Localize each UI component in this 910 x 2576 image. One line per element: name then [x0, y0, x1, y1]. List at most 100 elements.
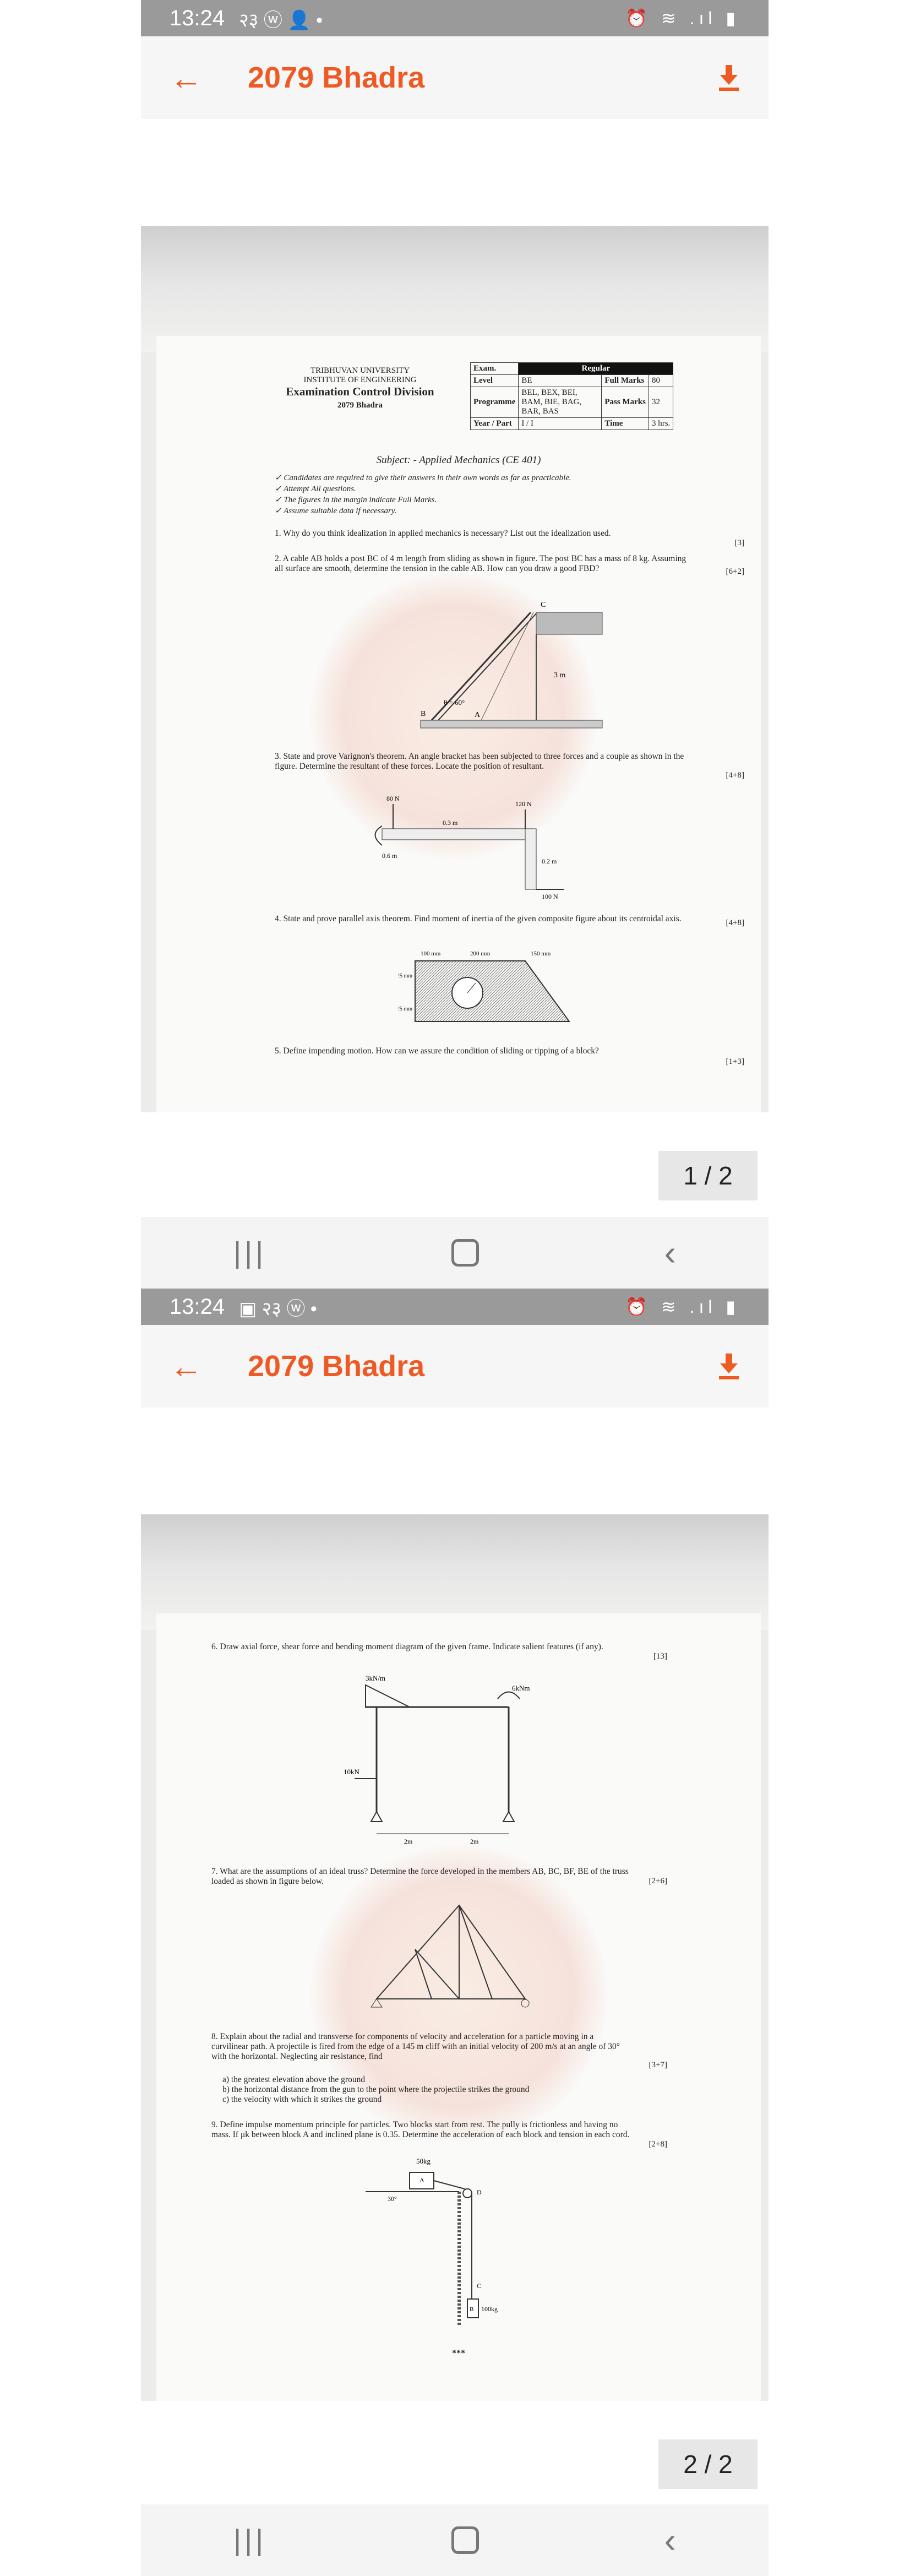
question-1: 1. Why do you think idealization in appl…	[275, 529, 611, 538]
label-c: C	[541, 601, 546, 609]
height-label: 3 m	[554, 671, 566, 680]
back-arrow-icon[interactable]: ←	[170, 1347, 208, 1385]
home-icon[interactable]	[451, 2526, 479, 2554]
system-nav-bar: ||| ‹	[141, 1217, 769, 1289]
recents-icon[interactable]: |||	[233, 2523, 266, 2557]
point-c-label: C	[477, 2282, 481, 2290]
year-value: I / I	[518, 417, 602, 430]
exam-session: 2079 Bhadra	[337, 401, 383, 410]
question-9-marks: [2+8]	[649, 2140, 667, 2149]
q8-part-b: b) the horizontal distance from the gun …	[222, 2085, 530, 2094]
question-1-marks: [3]	[734, 539, 745, 547]
time-value: 3 hrs.	[648, 417, 674, 430]
question-3: 3. State and prove Varignon's theorem. A…	[275, 752, 684, 771]
distance-2-label: 0.6 m	[382, 852, 397, 860]
back-arrow-icon[interactable]: ←	[170, 59, 208, 97]
pulley-d-label: D	[477, 2188, 482, 2196]
pass-marks-label: Pass Marks	[601, 387, 649, 418]
mass-b-label: 100kg	[481, 2305, 498, 2313]
time-label: Time	[601, 417, 649, 430]
span-1-label: 2m	[404, 1838, 413, 1845]
distance-3-label: 0.2 m	[542, 857, 557, 865]
status-bar: 13:24 २३ ⓦ 👤 • ⏰ ≋ .ıl ▮	[141, 0, 769, 36]
label-a: A	[475, 711, 481, 719]
question-9: 9. Define impulse momentum principle for…	[211, 2120, 630, 2139]
question-2: 2. A cable AB holds a post BC of 4 m len…	[275, 554, 686, 573]
question-7-marks: [2+6]	[649, 1877, 667, 1885]
question-4-marks: [4+8]	[726, 919, 744, 927]
scan-shadow	[141, 226, 769, 352]
page-indicator: 2 / 2	[658, 2439, 758, 2489]
download-icon[interactable]	[718, 1352, 740, 1380]
page-indicator: 1 / 2	[658, 1151, 758, 1200]
figure-q2: C B A θ = 60° 3 m	[420, 601, 603, 729]
force-3-label: 100 N	[542, 893, 558, 900]
question-3-marks: [4+8]	[726, 771, 744, 780]
mass-a-label: 50kg	[416, 2157, 431, 2165]
question-8-marks: [3+7]	[649, 2061, 667, 2069]
question-2-marks: [6+2]	[726, 567, 744, 576]
distance-1-label: 0.3 m	[443, 819, 458, 827]
height-1-label: 125 mm	[399, 973, 412, 979]
q8-part-a: a) the greatest elevation above the grou…	[222, 2075, 366, 2084]
figure-q3: 80 N 0.3 m 120 N 0.6 m 0.2 m 100 N	[374, 795, 564, 900]
udl-label: 3kN/m	[366, 1674, 385, 1682]
app-bar: ← 2079 Bhadra	[141, 36, 769, 119]
exam-paper-page-1: TRIBHUVAN UNIVERSITY INSTITUTE OF ENGINE…	[156, 336, 761, 1112]
question-5-marks: [1+3]	[726, 1057, 744, 1066]
end-mark: ***	[452, 2349, 465, 2358]
year-label: Year / Part	[470, 417, 519, 430]
span-2-label: 2m	[470, 1838, 479, 1845]
level-label: Level	[470, 374, 519, 387]
figure-q4: 100 mm 200 mm 150 mm 125 mm 125 mm	[399, 950, 570, 1022]
subject-line: Subject: - Applied Mechanics (CE 401)	[376, 454, 541, 466]
scanned-page-1: TRIBHUVAN UNIVERSITY INSTITUTE OF ENGINE…	[141, 226, 769, 1112]
scanned-page-2: 6. Draw axial force, shear force and ben…	[141, 1514, 769, 2401]
point-load-label: 10kN	[344, 1768, 360, 1776]
figure-q6: 3kN/m 6kNm 10kN 2m 2m	[344, 1674, 530, 1845]
pass-marks-value: 32	[648, 387, 674, 418]
scan-shadow	[141, 1514, 769, 1630]
status-notification-icons: ▣ २३ ⓦ •	[239, 1298, 317, 1319]
question-6: 6. Draw axial force, shear force and ben…	[211, 1642, 603, 1651]
exam-value: Regular	[518, 362, 674, 375]
exam-paper-page-2: 6. Draw axial force, shear force and ben…	[156, 1613, 761, 2401]
programme-label: Programme	[470, 387, 519, 418]
moment-label: 6kNm	[512, 1684, 530, 1692]
status-bar: 13:24 ▣ २३ ⓦ • ⏰ ≋ .ıl ▮	[141, 1289, 769, 1325]
exam-header: TRIBHUVAN UNIVERSITY INSTITUTE OF ENGINE…	[261, 366, 459, 410]
question-7: 7. What are the assumptions of an ideal …	[211, 1867, 629, 1886]
force-2-label: 120 N	[515, 800, 532, 808]
status-system-icons: ⏰ ≋ .ıl ▮	[625, 1297, 740, 1317]
app-bar: ← 2079 Bhadra	[141, 1325, 769, 1407]
programme-value: BEL, BEX, BEI, BAM, BIE, BAG, BAR, BAS	[518, 387, 602, 418]
instructions: ✓ Candidates are required to give their …	[275, 472, 715, 517]
instruction-item: ✓ Candidates are required to give their …	[275, 474, 571, 482]
university-name: TRIBHUVAN UNIVERSITY	[310, 366, 410, 375]
recents-icon[interactable]: |||	[233, 1236, 266, 1270]
question-6-marks: [13]	[653, 1652, 667, 1661]
screen-2: 13:24 ▣ २३ ⓦ • ⏰ ≋ .ıl ▮ ← 2079 Bhadra 6…	[141, 1289, 769, 2576]
status-time: 13:24	[170, 6, 225, 30]
question-8: 8. Explain about the radial and transver…	[211, 2032, 620, 2061]
division-name: Examination Control Division	[286, 385, 434, 398]
nav-back-icon[interactable]: ‹	[664, 2520, 676, 2561]
nav-back-icon[interactable]: ‹	[664, 1232, 676, 1273]
instruction-item: ✓ Assume suitable data if necessary.	[275, 507, 397, 515]
label-b: B	[421, 710, 426, 718]
width-3-label: 150 mm	[531, 950, 551, 957]
page-title: 2079 Bhadra	[248, 61, 425, 94]
home-icon[interactable]	[451, 1239, 479, 1267]
question-5: 5. Define impending motion. How can we a…	[275, 1046, 599, 1056]
angle-label: 30°	[388, 2195, 397, 2203]
download-icon[interactable]	[718, 64, 740, 91]
full-marks-label: Full Marks	[601, 374, 649, 387]
block-a-label: A	[419, 2176, 424, 2184]
angle-label: θ = 60°	[444, 698, 465, 707]
status-notification-icons: २३ ⓦ 👤 •	[239, 9, 323, 31]
question-4: 4. State and prove parallel axis theorem…	[275, 914, 682, 923]
height-2-label: 125 mm	[399, 1006, 412, 1012]
q8-part-c: c) the velocity with which it strikes th…	[222, 2095, 382, 2104]
instruction-item: ✓ The figures in the margin indicate Ful…	[275, 496, 437, 504]
figure-q7	[370, 1904, 530, 2008]
